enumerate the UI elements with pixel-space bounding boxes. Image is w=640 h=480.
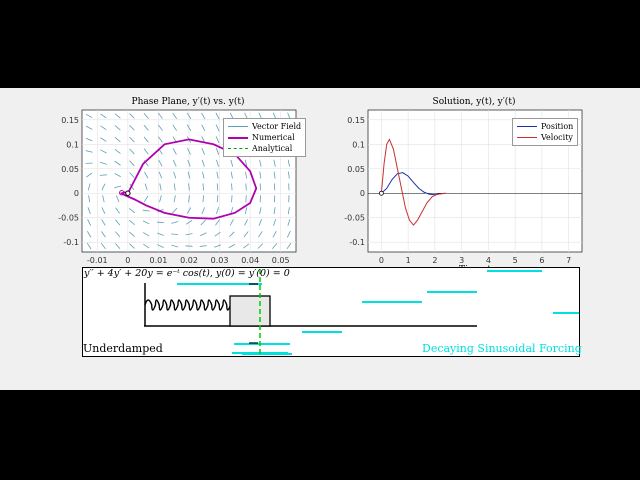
y-tick-label: -0.05 bbox=[344, 214, 365, 223]
solution-legend: Position Velocity bbox=[512, 118, 579, 146]
vector-field-arrow bbox=[99, 174, 107, 176]
x-tick-label: 1 bbox=[406, 256, 411, 265]
y-tick-label: 0.15 bbox=[61, 116, 79, 125]
x-tick-label: 0 bbox=[379, 256, 384, 265]
x-tick-label: 0.01 bbox=[150, 256, 168, 265]
forcing-label: Decaying Sinusoidal Forcing bbox=[422, 342, 582, 355]
x-tick-label: -0.01 bbox=[87, 256, 108, 265]
spring-coil bbox=[144, 299, 232, 311]
mass-block bbox=[229, 295, 271, 327]
legend-analytical: Analytical bbox=[252, 144, 293, 153]
start-marker bbox=[378, 190, 384, 196]
analytical-swatch bbox=[228, 148, 248, 149]
y-tick-label: 0.1 bbox=[66, 140, 79, 149]
x-tick-label: 0.02 bbox=[180, 256, 198, 265]
x-tick-label: 0 bbox=[125, 256, 130, 265]
legend-vector-field: Vector Field bbox=[252, 122, 302, 131]
vector-field-arrow bbox=[231, 195, 233, 203]
vector-field-arrow bbox=[231, 183, 233, 191]
equation-text: y′′ + 4y′ + 20y = e⁻ᵗ cos(t), y(0) = y′(… bbox=[84, 268, 290, 279]
x-tick-label: 7 bbox=[566, 256, 571, 265]
position-swatch bbox=[517, 126, 537, 127]
legend-velocity: Velocity bbox=[541, 133, 573, 142]
y-tick-label: 0.15 bbox=[347, 116, 365, 125]
solution-title: Solution, y(t), y′(t) bbox=[432, 97, 516, 107]
vector-field-arrow bbox=[171, 233, 179, 235]
y-tick-label: 0.05 bbox=[347, 165, 365, 174]
numerical-swatch bbox=[228, 136, 248, 139]
x-tick-label: 4 bbox=[486, 256, 491, 265]
y-tick-label: 0.1 bbox=[352, 140, 365, 149]
y-tick-label: 0 bbox=[360, 189, 365, 198]
figure-canvas: Phase Plane, y′(t) vs. y(t) -0.01 0 0.01 0.… bbox=[0, 88, 640, 390]
x-tick-label: 5 bbox=[513, 256, 518, 265]
y-tick-label: -0.05 bbox=[58, 214, 79, 223]
x-tick-label: 0.04 bbox=[241, 256, 259, 265]
field-swatch bbox=[228, 126, 248, 127]
damping-label: Underdamped bbox=[83, 342, 163, 355]
legend-numerical: Numerical bbox=[252, 133, 295, 142]
x-tick-label: 2 bbox=[432, 256, 437, 265]
x-tick-label: 6 bbox=[539, 256, 544, 265]
x-tick-label: 0.03 bbox=[211, 256, 229, 265]
y-tick-label: -0.1 bbox=[63, 238, 79, 247]
velocity-swatch bbox=[517, 137, 537, 138]
y-tick-label: -0.1 bbox=[349, 238, 365, 247]
phase-plane-title: Phase Plane, y′(t) vs. y(t) bbox=[131, 97, 245, 107]
phase-legend: Vector Field Numerical Analytical bbox=[223, 118, 307, 157]
y-tick-label: 0 bbox=[74, 189, 79, 198]
y-tick-label: 0.05 bbox=[61, 165, 79, 174]
x-tick-label: 0.05 bbox=[272, 256, 290, 265]
legend-position: Position bbox=[541, 122, 574, 131]
origin-marker bbox=[125, 190, 131, 196]
x-tick-label: 3 bbox=[459, 256, 464, 265]
